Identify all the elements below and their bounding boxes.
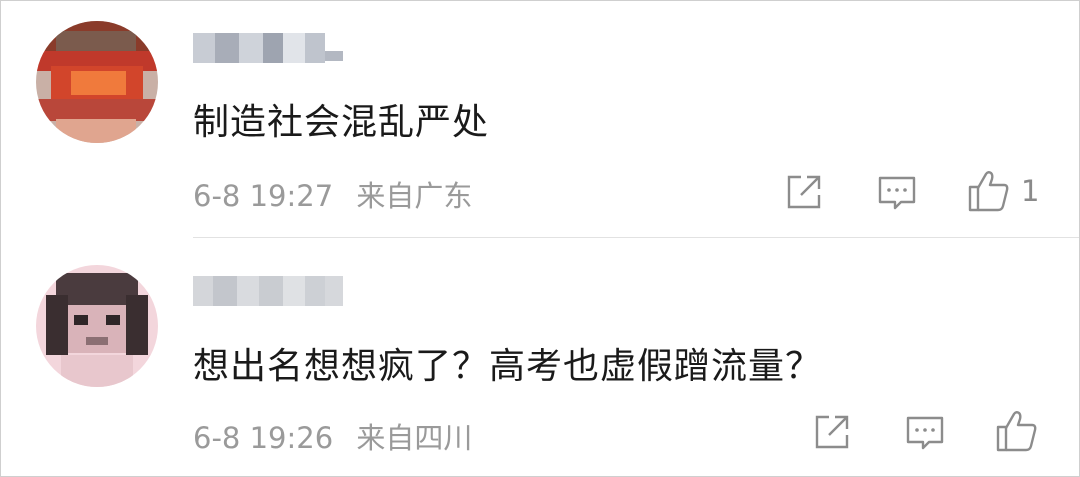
like-button[interactable] xyxy=(995,409,1049,453)
like-button[interactable]: 1 xyxy=(967,169,1039,213)
comment-time: 6-8 19:27 xyxy=(193,179,334,213)
share-button[interactable] xyxy=(813,413,851,451)
reply-button[interactable] xyxy=(905,413,945,453)
comment-location: 来自广东 xyxy=(356,179,473,213)
reply-icon xyxy=(878,176,916,210)
thumbs-up-icon xyxy=(996,411,1037,452)
like-count: 1 xyxy=(1021,174,1040,208)
comment-text: 制造社会混乱严处 xyxy=(193,102,490,143)
comment-list: 制造社会混乱严处 6-8 19:27 来自广东 1 想出名想想疯了？高考也虚假蹭… xyxy=(0,0,1080,477)
comment-meta: 6-8 19:27 来自广东 xyxy=(193,173,472,215)
comment-location: 来自四川 xyxy=(356,421,473,455)
avatar[interactable] xyxy=(36,21,158,143)
thumbs-up-icon xyxy=(968,171,1009,212)
reply-icon xyxy=(906,416,944,450)
comment-meta: 6-8 19:26 来自四川 xyxy=(193,415,472,457)
comment-text: 想出名想想疯了？高考也虚假蹭流量？ xyxy=(193,346,823,387)
share-icon xyxy=(787,175,821,209)
comment-item: 制造社会混乱严处 6-8 19:27 来自广东 1 xyxy=(1,1,1079,238)
divider xyxy=(193,237,1079,238)
share-icon xyxy=(815,415,849,449)
comment-time: 6-8 19:26 xyxy=(193,421,334,455)
username-blurred[interactable] xyxy=(193,276,343,306)
avatar[interactable] xyxy=(36,265,158,387)
reply-button[interactable] xyxy=(877,173,917,213)
username-blurred[interactable] xyxy=(193,33,343,63)
comment-item: 想出名想想疯了？高考也虚假蹭流量？ 6-8 19:26 来自四川 xyxy=(1,239,1079,475)
share-button[interactable] xyxy=(785,173,823,211)
